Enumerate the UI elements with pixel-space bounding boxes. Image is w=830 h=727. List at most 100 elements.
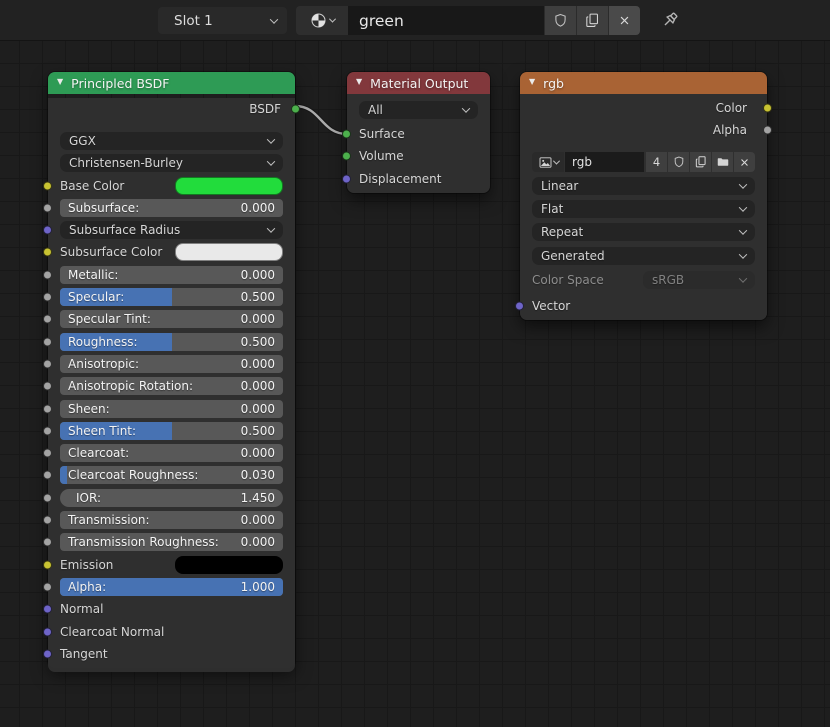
- socket-normal-input[interactable]: [43, 605, 52, 614]
- base-color-color-swatch[interactable]: [175, 177, 283, 195]
- clearcoat-normal-label: Clearcoat Normal: [60, 625, 164, 639]
- chevron-down-icon: [462, 104, 470, 112]
- generated-dropdown[interactable]: Generated: [532, 247, 755, 265]
- socket-displacement-input[interactable]: [342, 174, 351, 183]
- param-transmission: Transmission:0.000: [48, 511, 295, 529]
- socket-anisotropic-input[interactable]: [43, 359, 52, 368]
- christensen-burley-dropdown[interactable]: Christensen-Burley: [60, 154, 283, 172]
- socket-volume-input[interactable]: [342, 152, 351, 161]
- image-name-field[interactable]: rgb: [565, 152, 644, 172]
- sheen-tint-slider[interactable]: Sheen Tint:0.500: [60, 422, 283, 440]
- color-space-row: Color Space sRGB: [520, 270, 767, 289]
- socket-ior-input[interactable]: [43, 493, 52, 502]
- param-specular: Specular:0.500: [48, 288, 295, 306]
- triangle-down-icon[interactable]: ▼: [356, 78, 362, 86]
- anisotropic-rotation-label: Anisotropic Rotation:: [68, 379, 241, 393]
- chevron-down-icon: [267, 158, 275, 166]
- node-principled-bsdf[interactable]: ▼ Principled BSDF BSDF GGXChristensen-Bu…: [48, 72, 295, 668]
- anisotropic-slider[interactable]: Anisotropic:0.000: [60, 355, 283, 373]
- clearcoat-roughness-slider[interactable]: Clearcoat Roughness:0.030: [60, 466, 283, 484]
- open-image-button[interactable]: [712, 152, 733, 172]
- clearcoat-slider[interactable]: Clearcoat:0.000: [60, 444, 283, 462]
- generated-row: Generated: [520, 246, 767, 265]
- specular-tint-slider[interactable]: Specular Tint:0.000: [60, 310, 283, 328]
- socket-clearcoat-normal-input[interactable]: [43, 627, 52, 636]
- material-name-field[interactable]: green: [348, 6, 544, 35]
- socket-roughness-input[interactable]: [43, 337, 52, 346]
- specular-tint-value: 0.000: [241, 312, 275, 326]
- users-count-badge[interactable]: 4: [646, 152, 667, 172]
- roughness-slider[interactable]: Roughness:0.500: [60, 333, 283, 351]
- editor-header-bar: Slot 1 green: [0, 0, 830, 41]
- metallic-slider[interactable]: Metallic:0.000: [60, 266, 283, 284]
- duplicate-button[interactable]: [690, 152, 711, 172]
- socket-metallic-input[interactable]: [43, 270, 52, 279]
- flat-row: Flat: [520, 199, 767, 218]
- repeat-dropdown[interactable]: Repeat: [532, 223, 755, 241]
- flat-dropdown[interactable]: Flat: [532, 200, 755, 218]
- unlink-button[interactable]: [734, 152, 755, 172]
- pin-button[interactable]: [656, 8, 682, 34]
- socket-vector-input[interactable]: [515, 302, 524, 311]
- socket-clearcoat-roughness-input[interactable]: [43, 471, 52, 480]
- socket-surface-input[interactable]: [342, 130, 351, 139]
- ggx-dropdown[interactable]: GGX: [60, 132, 283, 150]
- triangle-down-icon[interactable]: ▼: [57, 78, 63, 86]
- node-header-principled[interactable]: ▼ Principled BSDF: [48, 72, 295, 94]
- socket-subsurface-input[interactable]: [43, 203, 52, 212]
- socket-alpha-input[interactable]: [43, 582, 52, 591]
- emission-color-swatch[interactable]: [175, 556, 283, 574]
- subsurface-radius-dropdown[interactable]: Subsurface Radius: [60, 221, 283, 239]
- volume-label: Volume: [359, 149, 404, 163]
- fake-user-button[interactable]: [668, 152, 689, 172]
- node-image-texture-rgb[interactable]: ▼ rgb Color Alpha: [520, 72, 767, 320]
- socket-anisotropic-rotation-input[interactable]: [43, 382, 52, 391]
- transmission-slider[interactable]: Transmission:0.000: [60, 511, 283, 529]
- folder-icon: [716, 155, 730, 169]
- chevron-down-icon: [739, 203, 747, 211]
- socket-bsdf-output[interactable]: [291, 105, 300, 114]
- pin-icon: [658, 10, 680, 32]
- unlink-button[interactable]: [608, 6, 640, 35]
- socket-specular-tint-input[interactable]: [43, 315, 52, 324]
- browse-image-button[interactable]: [532, 152, 564, 172]
- socket-subsurface-color-input[interactable]: [43, 248, 52, 257]
- socket-base-color-input[interactable]: [43, 181, 52, 190]
- shield-icon: [672, 155, 686, 169]
- subsurface-slider[interactable]: Subsurface:0.000: [60, 199, 283, 217]
- socket-clearcoat-input[interactable]: [43, 449, 52, 458]
- ior-number-field[interactable]: IOR:1.450: [60, 489, 283, 507]
- socket-tangent-input[interactable]: [43, 649, 52, 658]
- node-header-material-output[interactable]: ▼ Material Output: [347, 72, 490, 94]
- socket-subsurface-radius-input[interactable]: [43, 226, 52, 235]
- socket-alpha-output[interactable]: [763, 126, 772, 135]
- param-metallic: Metallic:0.000: [48, 266, 295, 284]
- node-header-rgb[interactable]: ▼ rgb: [520, 72, 767, 94]
- alpha-slider[interactable]: Alpha:1.000: [60, 578, 283, 596]
- socket-transmission-input[interactable]: [43, 516, 52, 525]
- socket-transmission-roughness-input[interactable]: [43, 538, 52, 547]
- sheen-slider[interactable]: Sheen:0.000: [60, 400, 283, 418]
- browse-material-button[interactable]: [296, 6, 348, 35]
- material-slot-dropdown[interactable]: Slot 1: [158, 7, 287, 34]
- anisotropic-rotation-slider[interactable]: Anisotropic Rotation:0.000: [60, 377, 283, 395]
- triangle-down-icon[interactable]: ▼: [529, 78, 535, 86]
- specular-slider[interactable]: Specular:0.500: [60, 288, 283, 306]
- param-subsurface-radius: Subsurface Radius: [48, 221, 295, 239]
- new-copy-button[interactable]: [576, 6, 608, 35]
- subsurface-color-color-swatch[interactable]: [175, 243, 283, 261]
- color-space-dropdown[interactable]: sRGB: [643, 271, 755, 289]
- param-ggx: GGX: [48, 132, 295, 150]
- socket-emission-input[interactable]: [43, 560, 52, 569]
- param-emission: Emission: [48, 556, 295, 574]
- repeat-label: Repeat: [541, 225, 740, 239]
- socket-color-output[interactable]: [763, 104, 772, 113]
- transmission-roughness-slider[interactable]: Transmission Roughness:0.000: [60, 533, 283, 551]
- linear-dropdown[interactable]: Linear: [532, 177, 755, 195]
- fake-user-button[interactable]: [544, 6, 576, 35]
- socket-specular-input[interactable]: [43, 293, 52, 302]
- target-dropdown[interactable]: All: [359, 101, 478, 119]
- node-material-output[interactable]: ▼ Material Output All SurfaceVolumeDispl…: [347, 72, 490, 193]
- socket-sheen-input[interactable]: [43, 404, 52, 413]
- socket-sheen-tint-input[interactable]: [43, 426, 52, 435]
